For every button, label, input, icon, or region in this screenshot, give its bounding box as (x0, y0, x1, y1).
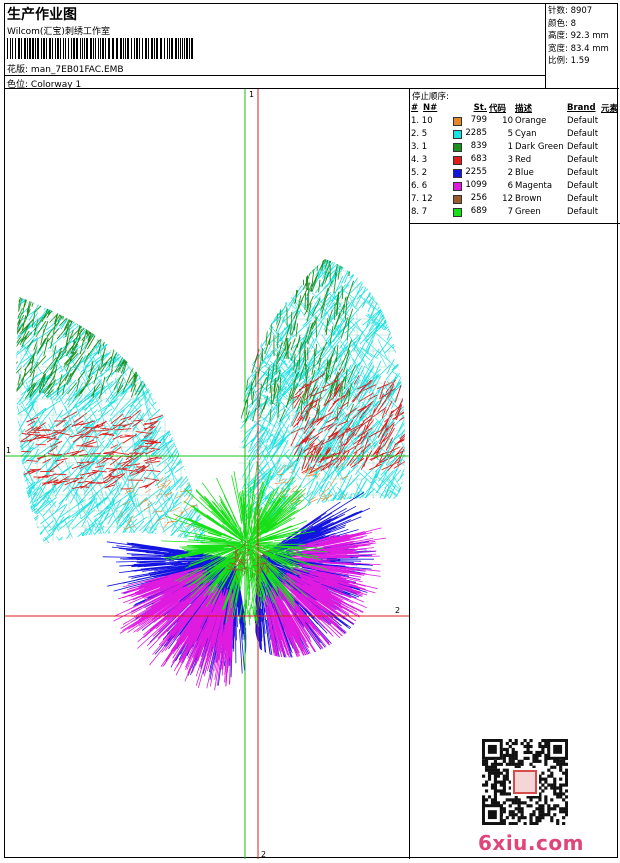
color-row: 6. 6 1099 6 Magenta Default (410, 179, 620, 192)
row-code: 7 (507, 206, 513, 217)
row-seq: 2. 5 (411, 128, 428, 139)
row-desc: Blue (515, 167, 534, 178)
row-code: 10 (502, 115, 513, 126)
company-name: Wilcom(汇宝)刺绣工作室 (7, 27, 110, 37)
stat-width: 宽度: 83.4 mm (548, 43, 609, 54)
row-seq: 7. 12 (411, 193, 433, 204)
design-stats: 针数: 8907 颜色: 8 高度: 92.3 mm 宽度: 83.4 mm 比… (546, 4, 619, 89)
col-desc: 描述 (515, 103, 533, 114)
row-seq: 5. 2 (411, 167, 428, 178)
row-element (600, 179, 620, 192)
row-element (600, 127, 620, 140)
color-swatch (453, 169, 462, 178)
row-seq: 6. 6 (411, 180, 428, 191)
butterfly-artwork: 1 1 2 2 (5, 89, 409, 859)
stat-stitches: 针数: 8907 (548, 6, 593, 16)
row-brand: Default (567, 154, 599, 165)
axis-label-v2: 2 (261, 850, 266, 859)
design-file: man_7EB01FAC.EMB (30, 65, 124, 75)
barcode (7, 38, 193, 59)
col-brand: Brand (567, 102, 596, 113)
row-code: 2 (507, 167, 513, 178)
axis-label-v1: 1 (249, 90, 254, 99)
stat-colors: 颜色: 8 (548, 18, 576, 29)
color-swatch (453, 195, 462, 204)
row-stitches: 689 (452, 205, 488, 218)
row-desc: Magenta (515, 180, 553, 191)
color-row: 2. 5 2285 5 Cyan Default (410, 127, 620, 140)
row-desc: Green (515, 206, 541, 217)
col-n: N# (423, 102, 438, 113)
color-table: # N# St. 代码 描述 Brand 元素 1. 10 799 10 Orange… (410, 101, 620, 218)
stat-scale: 比例: 1.59 (548, 56, 590, 67)
row-desc: Dark Green (515, 141, 564, 152)
design-label: 花版: (7, 65, 29, 75)
color-swatch (453, 182, 462, 191)
col-element: 元素 (601, 103, 619, 114)
design-file-row: 花版: man_7EB01FAC.EMB (7, 62, 124, 75)
colorway-row: 色位: Colorway 1 (5, 75, 546, 90)
row-code: 3 (507, 154, 513, 165)
col-st: St. (473, 102, 487, 113)
row-stitches: 839 (452, 140, 488, 153)
row-code: 5 (507, 128, 513, 139)
embroidery-preview: 1 1 2 2 (5, 89, 409, 859)
watermark-logo: 6xiu.com (478, 831, 584, 855)
row-seq: 1. 10 (411, 115, 433, 126)
row-element (600, 140, 620, 153)
row-code: 12 (502, 193, 513, 204)
row-stitches: 2285 (452, 127, 488, 140)
side-panel: 停止顺序: # N# St. 代码 描述 Brand 元素 1. 10 799 10… (409, 89, 620, 859)
row-brand: Default (567, 206, 599, 217)
row-stitches: 1099 (452, 179, 488, 192)
row-stitches: 256 (452, 192, 488, 205)
color-row: 4. 3 683 3 Red Default (410, 153, 620, 166)
row-stitches: 799 (452, 114, 488, 127)
row-code: 1 (507, 141, 513, 152)
color-swatch (453, 143, 462, 152)
row-seq: 4. 3 (411, 154, 428, 165)
row-brand: Default (567, 141, 599, 152)
color-swatch (453, 130, 462, 139)
axis-label-h2: 2 (395, 606, 400, 615)
color-row: 8. 7 689 7 Green Default (410, 205, 620, 218)
color-row: 1. 10 799 10 Orange Default (410, 114, 620, 127)
color-swatch (453, 156, 462, 165)
row-element (600, 114, 620, 127)
page-title: 生产作业图 (7, 7, 77, 23)
row-element (600, 192, 620, 205)
row-code: 6 (507, 180, 513, 191)
row-brand: Default (567, 167, 599, 178)
color-row: 5. 2 2255 2 Blue Default (410, 166, 620, 179)
col-hash: # (411, 102, 419, 113)
production-sheet: 生产作业图 Wilcom(汇宝)刺绣工作室 花版: man_7EB01FAC.E… (4, 3, 620, 859)
row-desc: Red (515, 154, 532, 165)
row-brand: Default (567, 180, 599, 191)
row-stitches: 2255 (452, 166, 488, 179)
row-brand: Default (567, 193, 599, 204)
stop-sequence-title: 停止顺序: (412, 92, 449, 102)
row-desc: Brown (515, 193, 542, 204)
row-seq: 3. 1 (411, 141, 428, 152)
row-desc: Cyan (515, 128, 537, 139)
color-swatch (453, 208, 462, 217)
row-brand: Default (567, 115, 599, 126)
row-brand: Default (567, 128, 599, 139)
row-seq: 8. 7 (411, 206, 428, 217)
row-element (600, 205, 620, 218)
row-element (600, 153, 620, 166)
stat-height: 高度: 92.3 mm (548, 31, 609, 42)
color-row: 7. 12 256 12 Brown Default (410, 192, 620, 205)
row-desc: Orange (515, 115, 547, 126)
row-element (600, 166, 620, 179)
color-row: 3. 1 839 1 Dark Green Default (410, 140, 620, 153)
qr-code (482, 739, 568, 825)
row-stitches: 683 (452, 153, 488, 166)
col-code: 代码 (489, 103, 507, 114)
stop-sequence-table: 停止顺序: # N# St. 代码 描述 Brand 元素 1. 10 799 10… (410, 89, 620, 224)
axis-label-h1: 1 (6, 446, 11, 455)
color-swatch (453, 117, 462, 126)
